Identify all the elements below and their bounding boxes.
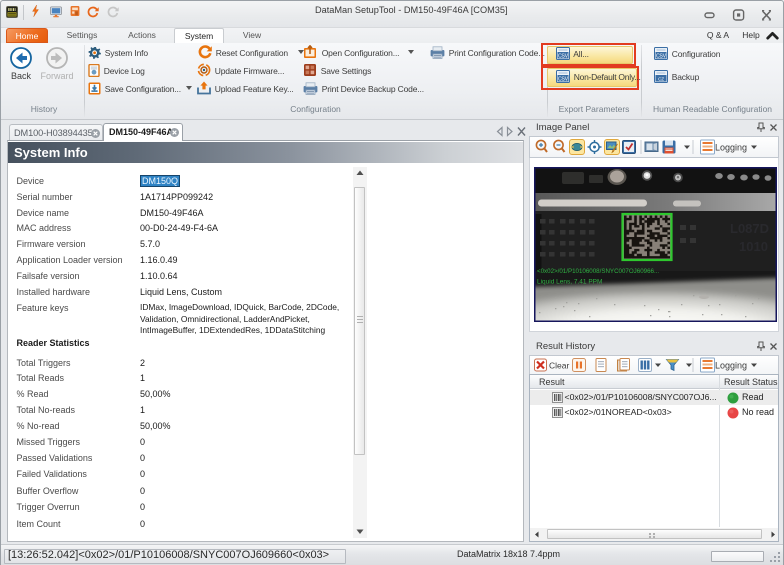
svg-text:Logging: Logging — [715, 361, 747, 371]
svg-text:CSV: CSV — [558, 76, 569, 82]
svg-text:Liquid Lens, 7.41 PPM: Liquid Lens, 7.41 PPM — [537, 279, 602, 286]
svg-text:<0x02>/01/P10106008/SNYC007OJ6: <0x02>/01/P10106008/SNYC007OJ60966... — [537, 268, 659, 275]
svg-text:1010: 1010 — [739, 239, 768, 254]
svg-text:CSV: CSV — [558, 53, 569, 59]
svg-text:Clear: Clear — [549, 361, 569, 371]
svg-text:Logging: Logging — [715, 143, 747, 153]
svg-text:CSV: CSV — [656, 53, 667, 59]
svg-text:L087D: L087D — [730, 221, 769, 236]
svg-text:CZ: CZ — [658, 76, 664, 81]
